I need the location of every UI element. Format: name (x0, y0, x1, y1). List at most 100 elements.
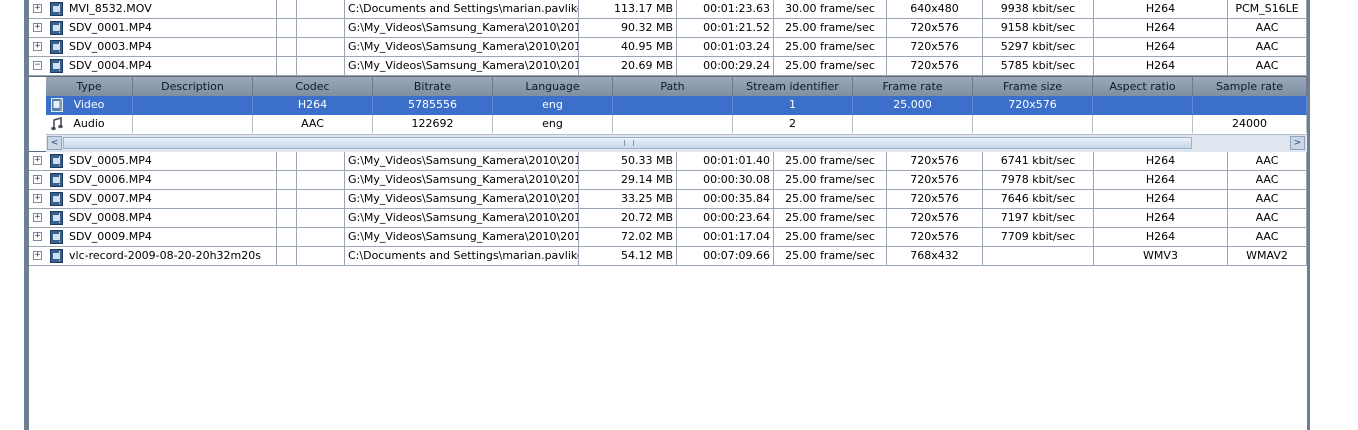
file-rows-top: + MVI_8532.MOV C:\Documents and Settings\m… (29, 0, 1307, 76)
file-duration: 00:00:35.84 (677, 190, 774, 208)
stream-sid: 2 (733, 115, 853, 133)
file-path: G:\My_Videos\Samsung_Kamera\2010\2010_01 (345, 171, 579, 189)
stream-lang: eng (493, 115, 613, 133)
stream-bitrate: 122692 (373, 115, 493, 133)
column-header-codec[interactable]: Codec (253, 77, 373, 96)
file-row[interactable]: − SDV_0004.MP4 G:\My_Videos\Samsung_Kamera… (29, 57, 1307, 76)
stream-header-row: Type Description Codec Bitrate Language Path S… (46, 77, 1307, 96)
file-video-codec: H264 (1094, 19, 1228, 37)
file-path: C:\Documents and Settings\marian.pavliko… (345, 247, 579, 265)
file-name: SDV_0005.MP4 (66, 152, 277, 170)
file-row[interactable]: + SDV_0001.MP4 G:\My_Videos\Samsung_Kamera… (29, 19, 1307, 38)
expand-plus-icon[interactable]: + (33, 251, 42, 260)
file-bitrate: 7709 kbit/sec (983, 228, 1094, 246)
file-row[interactable]: + SDV_0007.MP4 G:\My_Videos\Samsung_Kamera… (29, 190, 1307, 209)
expand-plus-icon[interactable]: + (33, 4, 42, 13)
scroll-right-button[interactable]: > (1290, 136, 1305, 150)
file-row[interactable]: + SDV_0006.MP4 G:\My_Videos\Samsung_Kamera… (29, 171, 1307, 190)
scroll-grip-icon (624, 140, 634, 146)
file-empty-col (297, 247, 345, 265)
file-size: 33.25 MB (579, 190, 677, 208)
expand-plus-icon[interactable]: + (33, 156, 42, 165)
file-empty-col (297, 19, 345, 37)
stream-row-selected[interactable]: Video H264 5785556 eng 1 25.000 720x576 (46, 96, 1307, 115)
horizontal-scrollbar[interactable]: < > (46, 134, 1307, 152)
file-video-codec: H264 (1094, 0, 1228, 18)
column-header-aspect-ratio[interactable]: Aspect ratio (1093, 77, 1193, 96)
stream-codec: AAC (253, 115, 373, 133)
expand-plus-icon[interactable]: + (33, 42, 42, 51)
column-header-stream-identifier[interactable]: Stream identifier (733, 77, 853, 96)
stream-desc (133, 115, 253, 133)
file-path: G:\My_Videos\Samsung_Kamera\2010\2010_01 (345, 38, 579, 56)
file-resolution: 720x576 (887, 152, 983, 170)
file-size: 72.02 MB (579, 228, 677, 246)
column-header-description[interactable]: Description (133, 77, 253, 96)
file-resolution: 768x432 (887, 247, 983, 265)
file-row[interactable]: + vlc-record-2009-08-20-20h32m20s C:\Docum… (29, 247, 1307, 266)
column-header-type[interactable]: Type (46, 77, 133, 96)
expand-plus-icon[interactable]: + (33, 232, 42, 241)
stream-aspect (1093, 96, 1193, 114)
stream-lang: eng (493, 96, 613, 114)
file-resolution: 720x576 (887, 209, 983, 227)
expand-plus-icon[interactable]: + (33, 175, 42, 184)
file-row[interactable]: + SDV_0003.MP4 G:\My_Videos\Samsung_Kamera… (29, 38, 1307, 57)
stream-aspect (1093, 115, 1193, 133)
file-resolution: 720x576 (887, 57, 983, 75)
file-row[interactable]: + SDV_0005.MP4 G:\My_Videos\Samsung_Kamera… (29, 152, 1307, 171)
file-frame-rate: 25.00 frame/sec (774, 190, 887, 208)
file-row[interactable]: + SDV_0009.MP4 G:\My_Videos\Samsung_Kamera… (29, 228, 1307, 247)
file-path: G:\My_Videos\Samsung_Kamera\2010\2010_01 (345, 152, 579, 170)
scroll-left-button[interactable]: < (47, 136, 62, 150)
file-duration: 00:00:29.24 (677, 57, 774, 75)
file-size: 20.69 MB (579, 57, 677, 75)
video-file-icon (50, 192, 63, 206)
file-duration: 00:01:17.04 (677, 228, 774, 246)
file-audio-codec: AAC (1228, 57, 1307, 75)
file-empty-col (277, 19, 297, 37)
file-video-codec: H264 (1094, 152, 1228, 170)
video-file-icon (50, 230, 63, 244)
file-empty-col (297, 190, 345, 208)
file-name: SDV_0008.MP4 (66, 209, 277, 227)
file-empty-col (297, 152, 345, 170)
file-name: SDV_0006.MP4 (66, 171, 277, 189)
file-audio-codec: AAC (1228, 228, 1307, 246)
file-empty-col (277, 209, 297, 227)
file-size: 29.14 MB (579, 171, 677, 189)
file-frame-rate: 25.00 frame/sec (774, 247, 887, 265)
stream-row[interactable]: Audio AAC 122692 eng 2 24000 (46, 115, 1307, 134)
file-resolution: 720x576 (887, 38, 983, 56)
file-bitrate: 9158 kbit/sec (983, 19, 1094, 37)
file-size: 113.17 MB (579, 0, 677, 18)
file-empty-col (297, 228, 345, 246)
scroll-thumb[interactable] (63, 137, 1192, 149)
window-frame-right (1307, 0, 1310, 430)
column-header-path[interactable]: Path (613, 77, 733, 96)
column-header-language[interactable]: Language (493, 77, 613, 96)
file-size: 54.12 MB (579, 247, 677, 265)
column-header-frame-rate[interactable]: Frame rate (853, 77, 973, 96)
file-empty-col (277, 152, 297, 170)
file-bitrate: 5785 kbit/sec (983, 57, 1094, 75)
column-header-bitrate[interactable]: Bitrate (373, 77, 493, 96)
collapse-minus-icon[interactable]: − (33, 61, 42, 70)
column-header-sample-rate[interactable]: Sample rate (1193, 77, 1307, 96)
expand-plus-icon[interactable]: + (33, 194, 42, 203)
column-header-frame-size[interactable]: Frame size (973, 77, 1093, 96)
stream-sid: 1 (733, 96, 853, 114)
file-resolution: 720x576 (887, 19, 983, 37)
file-empty-col (277, 247, 297, 265)
audio-stream-icon (51, 116, 63, 131)
file-row[interactable]: + SDV_0008.MP4 G:\My_Videos\Samsung_Kamera… (29, 209, 1307, 228)
expand-plus-icon[interactable]: + (33, 213, 42, 222)
file-name: SDV_0009.MP4 (66, 228, 277, 246)
file-frame-rate: 25.00 frame/sec (774, 19, 887, 37)
expand-plus-icon[interactable]: + (33, 23, 42, 32)
file-row[interactable]: + MVI_8532.MOV C:\Documents and Settings\m… (29, 0, 1307, 19)
file-duration: 00:00:23.64 (677, 209, 774, 227)
file-duration: 00:07:09.66 (677, 247, 774, 265)
video-file-icon (50, 59, 63, 73)
file-empty-col (297, 38, 345, 56)
